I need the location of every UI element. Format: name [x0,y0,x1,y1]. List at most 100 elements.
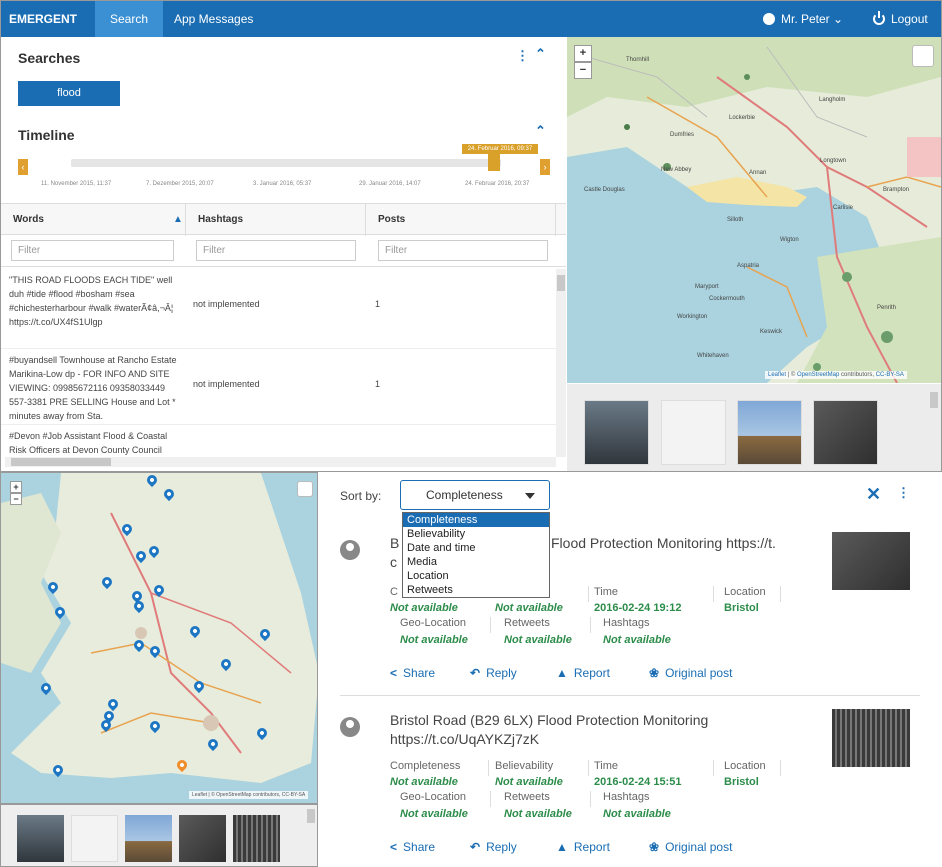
reply-button[interactable]: ↶ Reply [470,840,517,854]
result-image[interactable] [832,532,910,590]
tab-app-messages[interactable]: App Messages [159,1,268,37]
map-label: Workington [677,314,708,320]
searches-collapse-icon[interactable]: ⌃ [535,46,546,62]
report-button[interactable]: ▲ Report [556,666,610,680]
media-thumbnail[interactable] [71,815,118,862]
user-icon [763,13,775,25]
timeline-collapse-icon[interactable]: ⌃ [535,123,546,139]
media-strip-bottom [0,804,318,867]
logout-button[interactable]: Logout [873,1,928,37]
reply-icon: ↶ [470,840,481,854]
media-thumbnail[interactable] [737,400,802,465]
map-label: Wigton [780,237,799,243]
timeline-prev-icon[interactable]: ‹ [18,159,28,175]
filter-hashtags-input[interactable]: Filter [196,240,356,261]
reply-button[interactable]: ↶ Reply [470,666,517,680]
media-thumbnail[interactable] [813,400,878,465]
geo-location-label: Geo-Location [400,791,467,803]
leaflet-link[interactable]: Leaflet [768,372,786,378]
sort-select[interactable]: Completeness [400,480,550,510]
media-thumbnail[interactable] [661,400,726,465]
media-thumbnail[interactable] [233,815,280,862]
search-chip-flood[interactable]: flood [18,81,120,106]
timeline-tick: 24. Februar 2016, 20:37 [465,181,530,187]
retweets-label: Retweets [504,791,550,803]
map-zoom-out-button[interactable]: − [574,62,592,79]
timeline-handle[interactable] [488,153,500,171]
share-button[interactable]: < Share [390,840,435,854]
hashtags-label: Hashtags [603,617,650,629]
cell-words: #Devon #Job Assistant Flood & Coastal Ri… [9,431,168,455]
completeness-label: Completeness [390,760,461,772]
table-row[interactable]: #Devon #Job Assistant Flood & Coastal Ri… [1,425,556,457]
scroll-thumb[interactable] [11,458,111,466]
media-thumbnail[interactable] [584,400,649,465]
timeline-selected-label: 24. Februar 2016, 09:37 [462,144,538,154]
map-label: Thornhill [626,57,650,63]
report-button[interactable]: ▲ Report [556,840,610,854]
warning-icon: ▲ [556,840,568,854]
map-view-bottom[interactable]: + − Leaflet | © OpenStreetMap contributo… [0,472,318,804]
timeline-slider[interactable] [71,159,501,167]
tab-search[interactable]: Search [95,1,164,37]
sort-option-date-and-time[interactable]: Date and time [403,541,549,555]
hashtags-value: Not available [603,808,671,820]
column-posts[interactable]: Posts [366,204,556,236]
table-row[interactable]: "THIS ROAD FLOODS EACH TIDE" well duh #t… [1,269,556,349]
timeline-tick: 11. November 2015, 11:37 [41,181,112,187]
separator [590,617,591,633]
geo-location-value: Not available [400,634,468,646]
search-panel: Searches ⋮ ⌃ flood Timeline ⌃ ‹ 24. Febr… [1,37,566,471]
more-options-icon[interactable]: ⋮ [897,485,910,501]
time-label: Time [594,760,619,772]
sort-option-completeness[interactable]: Completeness [403,513,549,527]
media-thumbnail[interactable] [179,815,226,862]
map-zoom-out-button[interactable]: − [10,493,22,505]
media-strip-scrollbar[interactable] [930,392,938,408]
map-zoom-in-button[interactable]: + [10,481,22,493]
warning-icon: ▲ [556,666,568,680]
map-view-top[interactable]: + − Thornhill Langholm Lockerbie Dumfrie… [567,37,941,383]
scroll-thumb[interactable] [557,275,565,291]
map-label: Aspatria [737,263,760,269]
filter-words-input[interactable]: Filter [11,240,174,261]
brand-logo[interactable]: EMERGENT [9,1,77,37]
map-zoom-in-button[interactable]: + [574,45,592,62]
map-label: Annan [749,170,767,176]
retweets-value: Not available [504,808,572,820]
close-icon[interactable]: ✕ [866,484,881,505]
license-link[interactable]: CC-BY-SA [876,372,904,378]
osm-link[interactable]: OpenStreetMap [797,372,839,378]
time-label: Time [594,586,619,598]
original-post-button[interactable]: ❀ Original post [649,666,732,680]
result-title[interactable]: Bristol Road (B29 6LX) Flood Protection … [390,711,820,749]
sort-option-location[interactable]: Location [403,569,549,583]
media-strip-scrollbar[interactable] [307,809,315,823]
separator [780,760,781,776]
column-hashtags[interactable]: Hashtags [186,204,366,236]
column-words[interactable]: Words ▲ [1,204,186,236]
map-layers-icon[interactable] [297,481,313,497]
user-menu[interactable]: Mr. Peter ⌄ [763,1,843,37]
result-image[interactable] [832,709,910,767]
searches-menu-icon[interactable]: ⋮ [516,48,529,64]
grid-horizontal-scrollbar[interactable] [5,457,556,467]
grid-vertical-scrollbar[interactable] [556,269,566,457]
original-post-button[interactable]: ❀ Original post [649,840,732,854]
geo-location-value: Not available [400,808,468,820]
map-layers-icon[interactable] [912,45,934,67]
sort-option-media[interactable]: Media [403,555,549,569]
timeline-next-icon[interactable]: › [540,159,550,175]
share-button[interactable]: < Share [390,666,435,680]
top-screen: EMERGENT Search App Messages Mr. Peter ⌄… [0,0,942,472]
media-thumbnail[interactable] [125,815,172,862]
sort-option-retweets[interactable]: Retweets [403,583,549,597]
sort-option-believability[interactable]: Believability [403,527,549,541]
table-row[interactable]: #buyandsell Townhouse at Rancho Estate M… [1,349,556,425]
map-label: Whitehaven [697,353,729,359]
location-value: Bristol [724,776,759,788]
filter-posts-input[interactable]: Filter [378,240,548,261]
separator [590,791,591,807]
media-thumbnail[interactable] [17,815,64,862]
time-value: 2016-02-24 19:12 [594,602,682,614]
